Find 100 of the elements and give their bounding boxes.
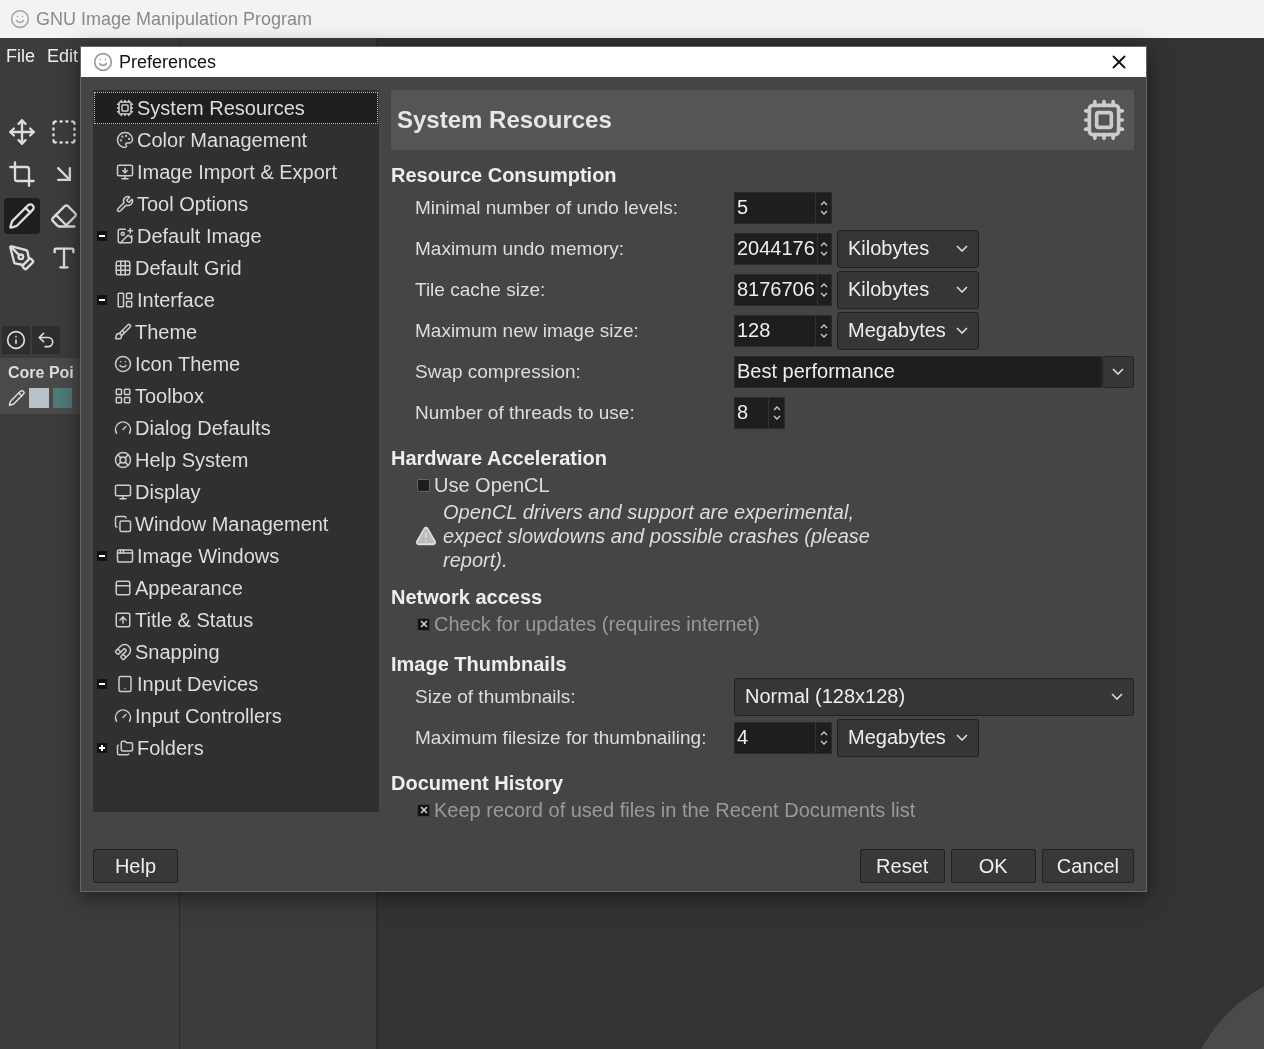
tree-item[interactable]: Title & Status <box>94 604 378 636</box>
chevron-icon <box>956 245 968 252</box>
tree-item[interactable]: Icon Theme <box>94 348 378 380</box>
tree-item[interactable]: Help System <box>94 444 378 476</box>
spin-field[interactable]: 8 <box>734 396 785 429</box>
brush-icon <box>114 323 132 341</box>
tree-item[interactable]: Input Controllers <box>94 700 378 732</box>
warning-icon <box>415 525 437 547</box>
section-heading: Image Thumbnails <box>391 653 568 676</box>
gauge-icon <box>114 707 132 725</box>
monitor-icon <box>116 163 134 181</box>
spin-up-icon <box>820 241 829 247</box>
tree-item[interactable]: Default Grid <box>94 252 378 284</box>
tree-item[interactable]: Window Management <box>94 508 378 540</box>
collapse-icon[interactable] <box>97 295 107 305</box>
dropdown-field[interactable]: Best performance <box>734 355 1102 388</box>
tree-item[interactable]: Appearance <box>94 572 378 604</box>
smiley-icon <box>114 355 132 373</box>
folders-icon <box>116 739 134 757</box>
warning-text: OpenCL drivers and support are experimental, expect slowdowns and possible crashes (please report). <box>443 500 871 572</box>
dropdown-button[interactable] <box>1102 355 1134 388</box>
checkbox-label: Check for updates (requires internet) <box>434 612 760 636</box>
field-label: Maximum filesize for thumbnailing: <box>415 726 707 749</box>
panel-icon <box>116 291 134 309</box>
chevron-icon <box>1112 368 1124 375</box>
dock-title: Core Poi <box>8 364 72 382</box>
tree-item[interactable]: Image Import & Export <box>94 156 378 188</box>
move-icon <box>8 118 36 146</box>
unit-dropdown[interactable]: Kilobytes <box>837 229 979 268</box>
monitor-icon <box>114 483 132 501</box>
menu-item[interactable]: File <box>6 46 35 66</box>
spin-down-icon <box>819 209 828 215</box>
checkbox[interactable] <box>417 478 430 492</box>
brush-swatch[interactable] <box>29 388 49 408</box>
tree-item[interactable]: Folders <box>94 732 378 764</box>
windows-icon <box>114 515 132 533</box>
expand-icon[interactable] <box>97 743 107 753</box>
dropdown[interactable]: Normal (128x128) <box>734 677 1134 716</box>
collapse-icon[interactable] <box>97 231 107 241</box>
tree-item[interactable]: Toolbox <box>94 380 378 412</box>
spin-field[interactable]: 8176706 <box>734 273 832 306</box>
tree-item[interactable]: Tool Options <box>94 188 378 220</box>
chevron-icon <box>956 734 968 741</box>
tree-item[interactable]: System Resources <box>94 92 378 124</box>
collapse-icon[interactable] <box>97 679 107 689</box>
tree-item[interactable]: Interface <box>94 284 378 316</box>
tool-button[interactable] <box>4 198 40 234</box>
field-label: Maximum undo memory: <box>415 237 625 260</box>
spin-up-icon <box>819 323 828 329</box>
field-label: Swap compression: <box>415 360 581 383</box>
dialog-button[interactable]: Reset <box>859 849 945 883</box>
field-label: Minimal number of undo levels: <box>415 196 678 219</box>
unit-dropdown[interactable]: Kilobytes <box>837 270 979 309</box>
undo-icon <box>36 330 56 350</box>
window-title: GNU Image Manipulation Program <box>36 8 313 30</box>
chevron-icon <box>1111 693 1123 700</box>
spin-field[interactable]: 5 <box>734 191 832 224</box>
chip-icon <box>116 99 134 117</box>
spin-up-icon <box>772 405 781 411</box>
dialog-button[interactable]: Cancel <box>1041 849 1134 883</box>
grid-icon <box>114 259 132 277</box>
help-button[interactable]: Help <box>93 849 178 883</box>
tree-item[interactable]: Display <box>94 476 378 508</box>
spin-up-icon <box>819 200 828 206</box>
tree-item[interactable]: Default Image <box>94 220 378 252</box>
menu-item[interactable]: Edit <box>47 46 79 66</box>
field-label: Number of threads to use: <box>415 401 635 424</box>
spin-up-icon <box>820 282 829 288</box>
chevron-icon <box>956 327 968 334</box>
tab[interactable] <box>32 326 60 354</box>
tab[interactable] <box>2 326 30 354</box>
window-icon <box>114 579 132 597</box>
unit-dropdown[interactable]: Megabytes <box>837 718 979 757</box>
tablet-icon <box>116 675 134 693</box>
lifebuoy-icon <box>114 451 132 469</box>
tree-item[interactable]: Image Windows <box>94 540 378 572</box>
unit-dropdown[interactable]: Megabytes <box>837 311 979 350</box>
tree-item[interactable]: Input Devices <box>94 668 378 700</box>
section-heading: Resource Consumption <box>391 164 618 187</box>
spin-field[interactable]: 2044176 <box>734 232 832 265</box>
section-heading: Network access <box>391 586 544 609</box>
magnet-icon <box>114 643 132 661</box>
tree-item[interactable]: Dialog Defaults <box>94 412 378 444</box>
spin-down-icon <box>772 414 781 420</box>
brush-swatch[interactable] <box>52 388 72 408</box>
tree-item[interactable]: Theme <box>94 316 378 348</box>
dialog-button[interactable]: OK <box>950 849 1036 883</box>
section-heading: Document History <box>391 772 565 795</box>
dialog-title: Preferences <box>119 51 218 73</box>
tree-item[interactable]: Snapping <box>94 636 378 668</box>
window-icon <box>116 547 134 565</box>
spin-up-icon <box>819 730 828 736</box>
tree-item[interactable]: Color Management <box>94 124 378 156</box>
eraser-icon <box>50 202 78 230</box>
collapse-icon[interactable] <box>97 551 107 561</box>
wrench-icon <box>116 195 134 213</box>
chip-icon <box>1082 98 1126 142</box>
spin-field[interactable]: 128 <box>734 314 832 347</box>
spin-field[interactable]: 4 <box>734 721 832 754</box>
field-label: Tile cache size: <box>415 278 546 301</box>
